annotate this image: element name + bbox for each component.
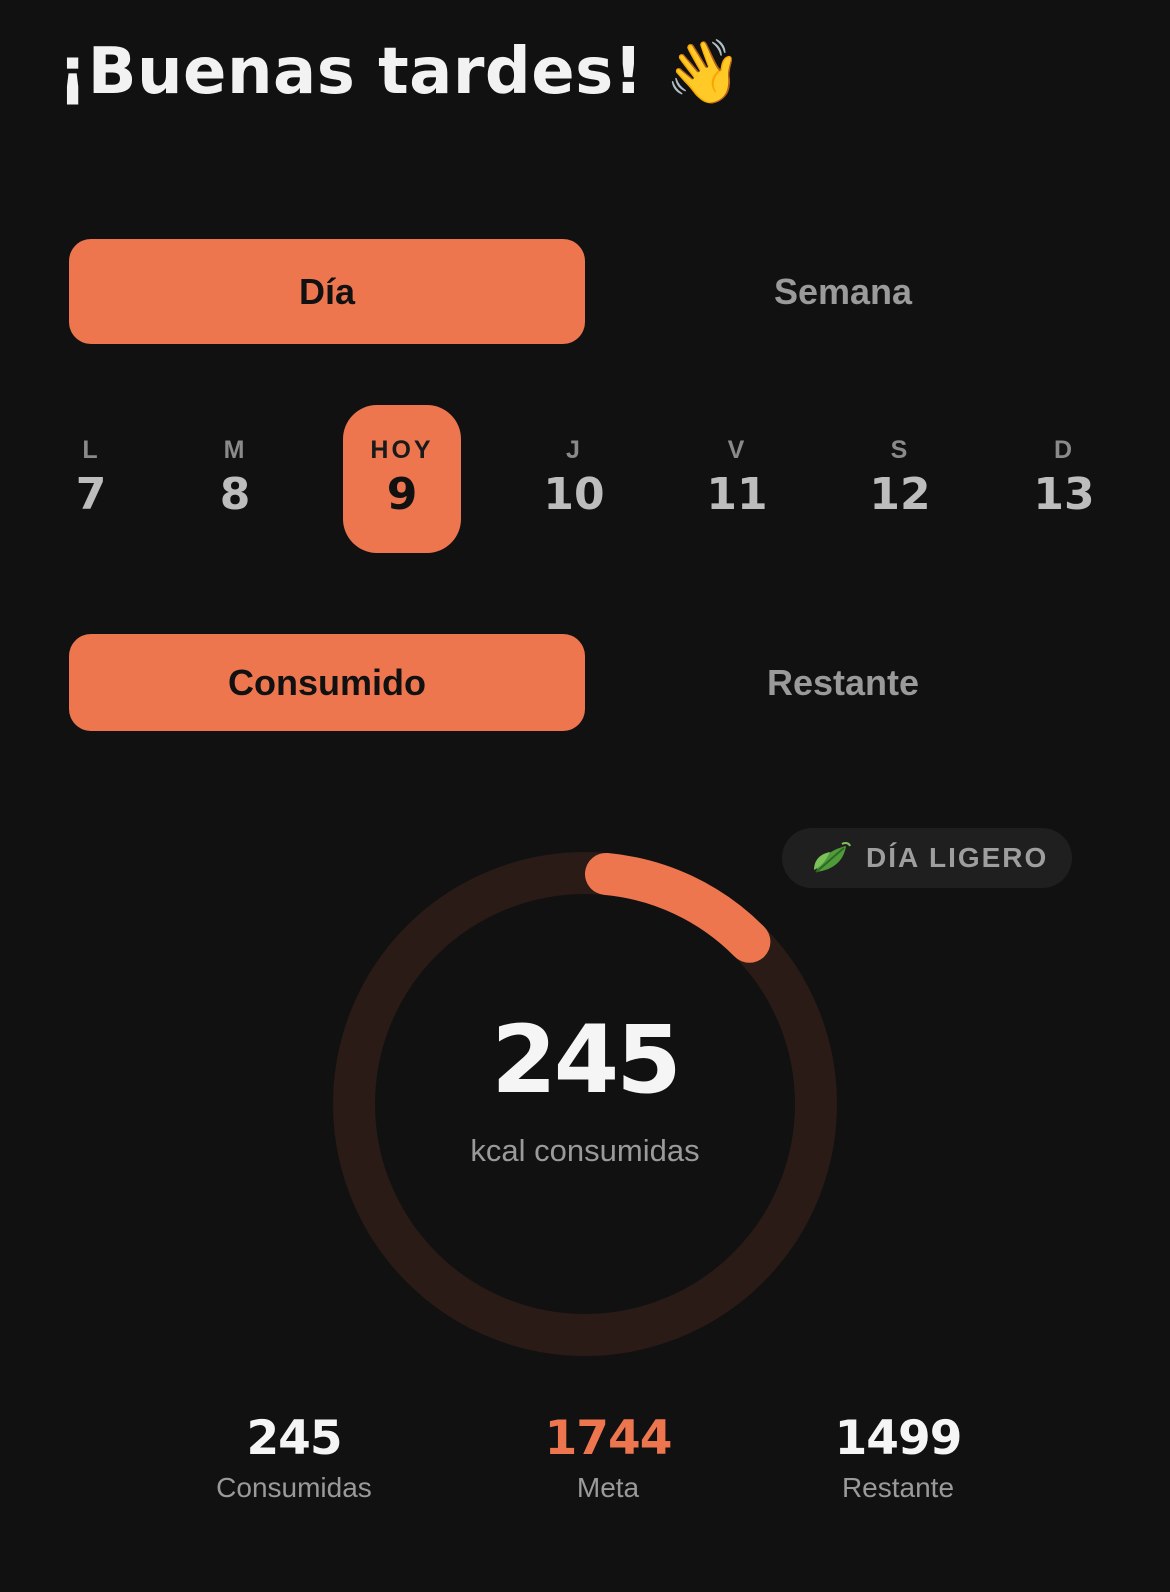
tab-day[interactable]: Día bbox=[69, 239, 585, 344]
day-number: 8 bbox=[219, 469, 251, 520]
stat-consumed: 245 Consumidas bbox=[174, 1410, 414, 1506]
day-number: 12 bbox=[869, 469, 931, 520]
tab-remaining[interactable]: Restante bbox=[585, 634, 1101, 731]
stat-goal: 1744 Meta bbox=[488, 1410, 728, 1506]
day-item-thursday[interactable]: J 10 bbox=[515, 405, 633, 553]
stat-value: 1744 bbox=[544, 1411, 673, 1466]
day-letter: S bbox=[890, 436, 910, 464]
day-letter: L bbox=[82, 436, 100, 464]
range-toggle: Día Semana bbox=[69, 239, 1101, 344]
day-number: 11 bbox=[706, 469, 768, 520]
day-item-sunday[interactable]: D 13 bbox=[1005, 405, 1123, 553]
day-number: 7 bbox=[75, 469, 107, 520]
greeting-text: ¡Buenas tardes! bbox=[58, 35, 644, 109]
day-item-saturday[interactable]: S 12 bbox=[841, 405, 959, 553]
day-letter: D bbox=[1053, 436, 1075, 464]
day-number: 9 bbox=[386, 469, 418, 520]
week-day-selector: L 7 M 8 HOY 9 J 10 V 11 S 12 D 13 bbox=[0, 405, 1170, 555]
stat-label: Restante bbox=[841, 1472, 955, 1503]
day-number: 10 bbox=[543, 469, 605, 520]
tab-week[interactable]: Semana bbox=[585, 239, 1101, 344]
stat-label: Consumidas bbox=[216, 1472, 372, 1503]
waving-hand-icon: 👋 bbox=[665, 35, 744, 108]
day-letter: J bbox=[566, 436, 582, 464]
consumed-kcal-label: kcal consumidas bbox=[470, 1133, 700, 1168]
day-letter: HOY bbox=[370, 436, 434, 464]
calorie-summary: 245 Consumidas 1744 Meta 1499 Restante bbox=[0, 1410, 1170, 1520]
day-letter: V bbox=[727, 436, 747, 464]
stat-value: 1499 bbox=[834, 1411, 963, 1466]
day-item-today[interactable]: HOY 9 bbox=[343, 405, 461, 553]
stat-remaining: 1499 Restante bbox=[778, 1410, 1018, 1506]
mode-toggle: Consumido Restante bbox=[69, 634, 1101, 731]
stat-value: 245 bbox=[246, 1411, 342, 1466]
calorie-ring: 245 kcal consumidas bbox=[333, 852, 837, 1356]
day-item-friday[interactable]: V 11 bbox=[678, 405, 796, 553]
badge-label: DÍA LIGERO bbox=[866, 842, 1049, 873]
stat-label: Meta bbox=[576, 1472, 640, 1503]
day-item-tuesday[interactable]: M 8 bbox=[176, 405, 294, 553]
day-item-monday[interactable]: L 7 bbox=[32, 405, 150, 553]
tab-consumed[interactable]: Consumido bbox=[69, 634, 585, 731]
consumed-kcal-value: 245 bbox=[491, 1006, 681, 1115]
day-number: 13 bbox=[1033, 469, 1095, 520]
day-letter: M bbox=[223, 436, 247, 464]
dashboard-screen: ¡Buenas tardes! 👋 Día Semana L 7 M 8 HOY… bbox=[0, 0, 1170, 1592]
ring-center: 245 kcal consumidas bbox=[333, 852, 837, 1356]
greeting-title: ¡Buenas tardes! 👋 bbox=[58, 26, 743, 118]
